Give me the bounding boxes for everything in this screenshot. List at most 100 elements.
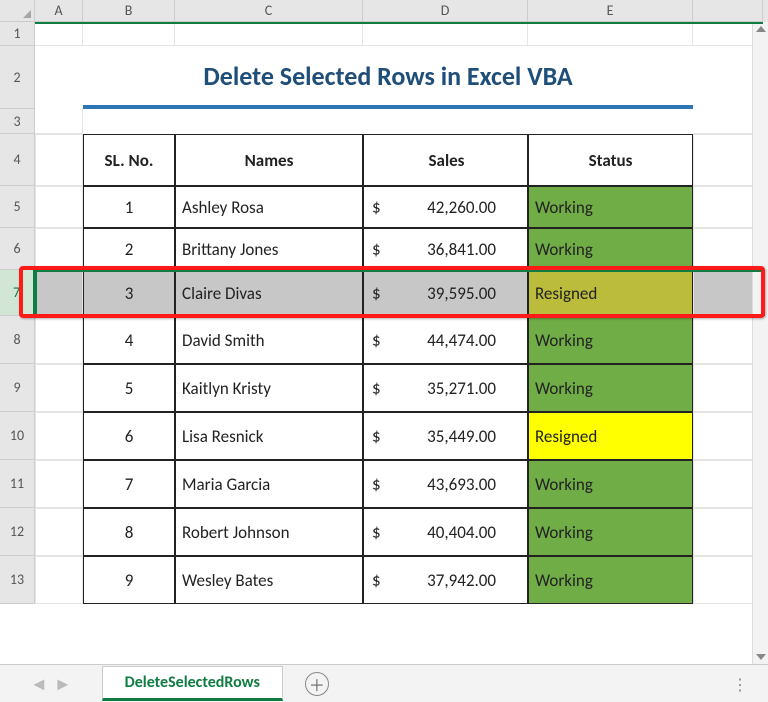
table-row[interactable]: 7Maria Garcia$43,693.00Working (35, 460, 768, 508)
row-header-12[interactable]: 12 (0, 508, 35, 556)
cell-E3[interactable] (528, 109, 693, 134)
cell-slno[interactable]: 7 (83, 460, 175, 508)
cell-slno[interactable]: 9 (83, 556, 175, 604)
cell-blank[interactable] (35, 412, 83, 460)
cell-E1[interactable] (528, 22, 693, 46)
cell-name[interactable]: Maria Garcia (175, 460, 363, 508)
cell-C1[interactable] (175, 22, 363, 46)
cell-status[interactable]: Working (528, 460, 693, 508)
row-header-13[interactable]: 13 (0, 556, 35, 604)
col-header-C[interactable]: C (175, 0, 363, 22)
row-header-11[interactable]: 11 (0, 460, 35, 508)
cell-blank[interactable] (35, 460, 83, 508)
tab-next-icon[interactable]: ► (54, 673, 72, 695)
cell-C3[interactable] (175, 109, 363, 134)
col-header-E[interactable]: E (528, 0, 693, 22)
col-header-D[interactable]: D (363, 0, 528, 22)
cell-name[interactable]: Kaitlyn Kristy (175, 364, 363, 412)
cell-blank[interactable] (35, 556, 83, 604)
header-names[interactable]: Names (175, 134, 363, 186)
col-header-B[interactable]: B (83, 0, 175, 22)
cell-sales[interactable]: $36,841.00 (363, 228, 528, 270)
cell-sales[interactable]: $37,942.00 (363, 556, 528, 604)
col-header-extra[interactable] (693, 0, 763, 22)
cell-sales[interactable]: $42,260.00 (363, 186, 528, 228)
header-sales[interactable]: Sales (363, 134, 528, 186)
vertical-scrollbar[interactable] (752, 22, 768, 664)
cell-A1[interactable] (35, 22, 83, 46)
cell-status[interactable]: Working (528, 556, 693, 604)
cell-blank[interactable] (35, 228, 83, 270)
row-header-9[interactable]: 9 (0, 364, 35, 412)
cell-D3[interactable] (363, 109, 528, 134)
row-header-4[interactable]: 4 (0, 134, 35, 186)
cell-name[interactable]: Robert Johnson (175, 508, 363, 556)
cell-B1[interactable] (83, 22, 175, 46)
cell-name[interactable]: Lisa Resnick (175, 412, 363, 460)
add-sheet-button[interactable]: ＋ (305, 672, 329, 696)
cell-status[interactable]: Working (528, 186, 693, 228)
page-title[interactable]: Delete Selected Rows in Excel VBA (83, 46, 693, 109)
cell-name[interactable]: Brittany Jones (175, 228, 363, 270)
cell-slno[interactable]: 8 (83, 508, 175, 556)
row-header-3[interactable]: 3 (0, 109, 35, 134)
excel-worksheet: A B C D E 1 2 3 4 5 6 7 8 9 10 11 12 13 (0, 0, 768, 702)
table-row[interactable]: 6Lisa Resnick$35,449.00Resigned (35, 412, 768, 460)
cell-A4[interactable] (35, 134, 83, 186)
table-row[interactable]: 8Robert Johnson$40,404.00Working (35, 508, 768, 556)
tab-prev-icon[interactable]: ◄ (30, 673, 48, 695)
cell-sales[interactable]: $43,693.00 (363, 460, 528, 508)
cell-status[interactable]: Working (528, 228, 693, 270)
sheet-tab-active[interactable]: DeleteSelectedRows (102, 666, 283, 701)
row-header-2[interactable]: 2 (0, 46, 35, 109)
cell-name[interactable]: Wesley Bates (175, 556, 363, 604)
table-row[interactable]: 5Kaitlyn Kristy$35,271.00Working (35, 364, 768, 412)
table-row[interactable]: 1Ashley Rosa$42,260.00Working (35, 186, 768, 228)
tab-options-icon[interactable]: ⋮ (732, 675, 750, 695)
cell-sales[interactable]: $40,404.00 (363, 508, 528, 556)
cell-B3[interactable] (83, 109, 175, 134)
cell-D1[interactable] (363, 22, 528, 46)
row-header-7[interactable]: 7 (0, 270, 35, 316)
cell-slno[interactable]: 2 (83, 228, 175, 270)
cell-sales[interactable]: $39,595.00 (363, 270, 528, 316)
cell-area[interactable]: Delete Selected Rows in Excel VBA SL. No… (35, 22, 768, 604)
row-header-1[interactable]: 1 (0, 22, 35, 46)
cell-sales[interactable]: $35,449.00 (363, 412, 528, 460)
cell-status[interactable]: Working (528, 508, 693, 556)
cell-blank[interactable] (35, 508, 83, 556)
cell-slno[interactable]: 1 (83, 186, 175, 228)
cell-slno[interactable]: 3 (83, 270, 175, 316)
cell-status[interactable]: Working (528, 364, 693, 412)
cell-sales[interactable]: $35,271.00 (363, 364, 528, 412)
table-row[interactable]: 2Brittany Jones$36,841.00Working (35, 228, 768, 270)
row-header-8[interactable]: 8 (0, 316, 35, 364)
cell-status[interactable]: Resigned (528, 270, 693, 316)
header-status[interactable]: Status (528, 134, 693, 186)
table-row[interactable]: 4David Smith$44,474.00Working (35, 316, 768, 364)
row-header-10[interactable]: 10 (0, 412, 35, 460)
cell-blank[interactable] (35, 186, 83, 228)
cell-slno[interactable]: 4 (83, 316, 175, 364)
cell-slno[interactable]: 6 (83, 412, 175, 460)
cell-name[interactable]: Claire Divas (175, 270, 363, 316)
col-header-A[interactable]: A (35, 0, 83, 22)
cell-blank[interactable] (35, 270, 83, 316)
table-row[interactable]: 9Wesley Bates$37,942.00Working (35, 556, 768, 604)
tab-nav-arrows[interactable]: ◄ ► (30, 673, 72, 695)
header-slno[interactable]: SL. No. (83, 134, 175, 186)
cell-A3[interactable] (35, 109, 83, 134)
table-row[interactable]: 3Claire Divas$39,595.00Resigned (35, 270, 768, 316)
cell-name[interactable]: Ashley Rosa (175, 186, 363, 228)
cell-status[interactable]: Working (528, 316, 693, 364)
cell-blank[interactable] (35, 364, 83, 412)
row-header-5[interactable]: 5 (0, 186, 35, 228)
cell-sales[interactable]: $44,474.00 (363, 316, 528, 364)
select-all-corner[interactable] (0, 0, 35, 22)
cell-A2[interactable] (35, 46, 83, 109)
cell-name[interactable]: David Smith (175, 316, 363, 364)
cell-status[interactable]: Resigned (528, 412, 693, 460)
cell-blank[interactable] (35, 316, 83, 364)
row-header-6[interactable]: 6 (0, 228, 35, 270)
cell-slno[interactable]: 5 (83, 364, 175, 412)
